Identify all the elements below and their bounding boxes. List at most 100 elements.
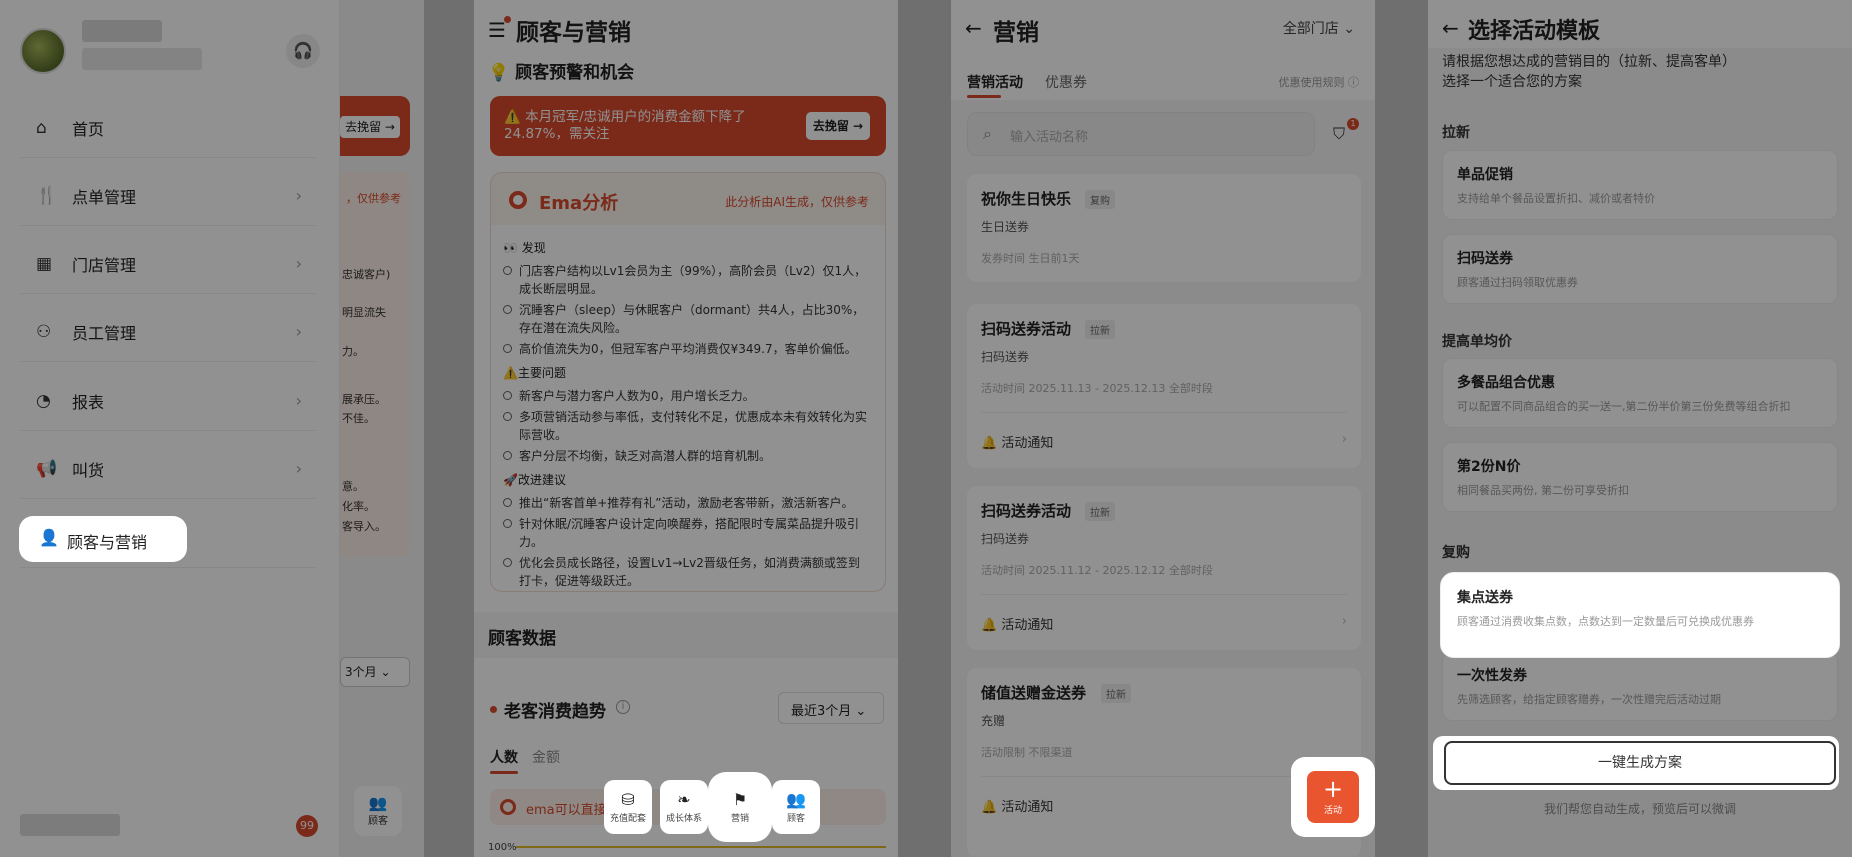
tab-amount[interactable]: 金额 bbox=[532, 747, 560, 767]
header: ← 营销 全部门店 ⌄ 营销活动 优惠券 优惠使用规则 ⓘ bbox=[951, 0, 1375, 100]
tab-marketing-activities[interactable]: 营销活动 bbox=[967, 72, 1023, 92]
generate-plan-button[interactable]: 一键生成方案 bbox=[1444, 741, 1836, 785]
template-card[interactable]: 单品促销 支持给单个餐品设置折扣、减价或者特价 bbox=[1442, 150, 1838, 220]
menu-item-label: 首页 bbox=[72, 119, 105, 139]
pie-chart-icon: ◔ bbox=[36, 390, 51, 411]
analysis-bullet: 门店客户结构以Lv1会员为主（99%），高阶会员（Lv2）仅1人，成长断层明显。 bbox=[503, 262, 871, 298]
bottom-nav-item[interactable]: ⛁ 充值配套 bbox=[604, 780, 652, 834]
template-card[interactable]: 第2份N价 相同餐品买两份, 第二份可享受折扣 bbox=[1442, 442, 1838, 512]
template-desc: 顾客通过扫码领取优惠券 bbox=[1457, 276, 1578, 289]
activity-card[interactable]: 扫码送券活动 拉新 扫码送券 活动时间 2025.11.13 - 2025.12.13… bbox=[967, 304, 1361, 468]
tab-coupons[interactable]: 优惠券 bbox=[1045, 72, 1087, 92]
home-icon: ⌂ bbox=[36, 117, 47, 138]
add-activity-label: 活动 bbox=[1323, 806, 1342, 816]
bottom-nav-label: 成长体系 bbox=[665, 814, 702, 824]
add-activity-button[interactable]: + 活动 bbox=[1307, 771, 1359, 823]
active-tab-indicator bbox=[490, 771, 518, 774]
avatar[interactable] bbox=[20, 28, 66, 74]
customers-tab-peek: 👥 顾客 bbox=[354, 786, 402, 836]
template-title: 多餐品组合优惠 bbox=[1457, 375, 1555, 391]
menu-item-label: 报表 bbox=[72, 392, 105, 412]
template-card[interactable]: 多餐品组合优惠 可以配置不同商品组合的买一送一,第二份半价第三份免费等组合折扣 bbox=[1442, 358, 1838, 428]
menu-item[interactable]: ▦ 门店管理 › bbox=[20, 234, 316, 294]
analysis-bullet: 客户分层不均衡，缺乏对高潜人群的培育机制。 bbox=[503, 447, 871, 465]
template-desc: 支持给单个餐品设置折扣、减价或者特价 bbox=[1457, 192, 1655, 205]
range-select-peek: 3个月 ⌄ bbox=[340, 657, 410, 687]
megaphone-icon: 📢 bbox=[36, 458, 58, 479]
side-menu-screen: 去挽留 → ，仅供参考 忠诚客户) 明显流失 力。 展承压。 不佳。 意。 化率… bbox=[0, 0, 424, 857]
bottom-nav-label: 充值配套 bbox=[609, 814, 646, 824]
trend-title: 老客消费趋势 bbox=[504, 702, 606, 722]
header: ← 选择活动模板 bbox=[1428, 0, 1852, 48]
menu-item-label: 点单管理 bbox=[72, 187, 137, 207]
trend-range-select[interactable]: 最近3个月 ⌄ bbox=[778, 692, 884, 724]
info-icon[interactable]: i bbox=[616, 700, 630, 714]
activity-meta: 活动时间 2025.11.13 - 2025.12.13 全部时段 bbox=[981, 382, 1213, 395]
activity-type: 充赠 bbox=[981, 714, 1006, 728]
activity-card[interactable]: 祝你生日快乐 复购 生日送券 发券时间 生日前1天 bbox=[967, 174, 1361, 282]
chevron-right-icon: › bbox=[295, 391, 302, 410]
bell-icon: 🔔 bbox=[981, 618, 998, 633]
template-card[interactable]: 一次性发券 先筛选顾客，给指定顾客赠券，一次性赠完后活动过期 bbox=[1442, 651, 1838, 721]
chevron-right-icon: › bbox=[295, 322, 302, 341]
plus-icon: + bbox=[1322, 775, 1344, 803]
page-title: 营销 bbox=[993, 20, 1039, 46]
ema-logo-icon bbox=[500, 799, 516, 815]
menu-item[interactable]: 📢 叫货 › bbox=[20, 439, 316, 499]
menu-item[interactable]: 🍴 点单管理 › bbox=[20, 166, 316, 226]
activity-meta: 发券时间 生日前1天 bbox=[981, 252, 1080, 265]
menu-item-customer-marketing-highlight[interactable]: 👤 顾客与营销 bbox=[19, 516, 187, 562]
template-group-heading: 复购 bbox=[1442, 545, 1470, 561]
chevron-right-icon: › bbox=[295, 459, 302, 478]
page-title: 顾客与营销 bbox=[516, 20, 631, 46]
activity-card[interactable]: 扫码送券活动 拉新 扫码送券 活动时间 2025.11.12 - 2025.12.12… bbox=[967, 486, 1361, 650]
menu-icon[interactable]: ☰ bbox=[488, 18, 506, 42]
template-card-stamp-highlight[interactable]: 集点送券 顾客通过消费收集点数，点数达到一定数量后可兑换成优惠券 bbox=[1440, 572, 1840, 658]
notification-badge[interactable]: 99 bbox=[296, 815, 318, 837]
menu-item[interactable]: ⚇ 员工管理 › bbox=[20, 302, 316, 362]
ai-disclaimer: 此分析由AI生成，仅供参考 bbox=[725, 195, 869, 209]
activity-notify[interactable]: 🔔 活动通知 bbox=[981, 796, 1053, 815]
retain-button[interactable]: 去挽留 → bbox=[806, 112, 870, 140]
template-card[interactable]: 扫码送券顾客通过扫码领取优惠券 bbox=[1442, 234, 1838, 304]
chevron-right-icon: › bbox=[1341, 432, 1347, 447]
filter-icon[interactable]: ⛉ bbox=[1333, 124, 1345, 144]
findings-heading: 👀 发现 bbox=[503, 241, 546, 255]
menu-notice-dot bbox=[504, 16, 511, 23]
headset-icon[interactable]: 🎧 bbox=[286, 34, 320, 68]
bell-icon: 🔔 bbox=[981, 800, 998, 815]
analysis-bullet: 多项营销活动参与率低，支付转化不足，优惠成本未有效转化为实际营收。 bbox=[503, 408, 871, 444]
store-icon: ▦ bbox=[36, 253, 53, 274]
menu-item[interactable]: ⌂ 首页 bbox=[20, 98, 316, 158]
retain-banner-peek: 去挽留 → bbox=[340, 96, 410, 156]
menu-item-label: 顾客与营销 bbox=[67, 533, 148, 552]
tab-headcount[interactable]: 人数 bbox=[490, 747, 518, 767]
analysis-bullet: 优化会员成长路径，设置Lv1→Lv2晋级任务，如消费满额或签到打卡，促进等级跃迁… bbox=[503, 554, 871, 590]
top-bar: ☰ 顾客与营销 bbox=[474, 0, 898, 56]
template-group-heading: 拉新 bbox=[1442, 125, 1470, 141]
customer-marketing-screen: ☰ 顾客与营销 💡 顾客预警和机会 ⚠️ 本月冠军/忠诚用户的消费金额下降了24.… bbox=[474, 0, 898, 857]
menu-item[interactable]: ◔ 报表 › bbox=[20, 371, 316, 431]
analysis-bullet: 针对休眠/沉睡客户设计定向唤醒券，搭配限时专属菜品提升吸引力。 bbox=[503, 515, 871, 551]
suggestions-heading: 🚀改进建议 bbox=[503, 473, 566, 487]
chevron-right-icon: › bbox=[1341, 614, 1347, 629]
store-selector[interactable]: 全部门店 ⌄ bbox=[1283, 18, 1355, 38]
bottom-nav-item[interactable]: 👥 顾客 bbox=[772, 780, 820, 834]
coupon-rules-link[interactable]: 优惠使用规则 ⓘ bbox=[1279, 74, 1360, 90]
back-arrow-icon[interactable]: ← bbox=[965, 16, 982, 40]
activity-notify[interactable]: 🔔 活动通知 bbox=[981, 614, 1053, 633]
generate-note: 我们帮您自动生成，预览后可以微调 bbox=[1543, 802, 1736, 816]
activity-meta: 活动限制 不限渠道 bbox=[981, 746, 1073, 759]
search-input[interactable]: 输入活动名称 bbox=[967, 112, 1315, 156]
template-desc: 顾客通过消费收集点数，点数达到一定数量后可兑换成优惠券 bbox=[1457, 615, 1754, 628]
back-arrow-icon[interactable]: ← bbox=[1442, 16, 1459, 40]
template-title: 扫码送券 bbox=[1457, 251, 1513, 267]
bottom-nav-item[interactable]: ❧ 成长体系 bbox=[660, 780, 708, 834]
bottom-nav-item[interactable]: ⚑ 营销 bbox=[716, 780, 764, 834]
customer-data-heading: 顾客数据 bbox=[474, 612, 898, 658]
activity-notify[interactable]: 🔔 活动通知 bbox=[981, 432, 1053, 451]
side-drawer: 🎧 ⌂ 首页 🍴 点单管理 › ▦ 门店管理 › ⚇ 员工管理 › ◔ 报表 › 📢 叫货 › 👤 顾客与营销 99 bbox=[0, 0, 340, 857]
bottom-navigation: ⛁ 充值配套 ❧ 成长体系 ⚑ 营销 👥 顾客 bbox=[604, 780, 828, 834]
peek-line: 意。 bbox=[342, 480, 364, 493]
analysis-note-peek: ，仅供参考 bbox=[346, 192, 401, 205]
